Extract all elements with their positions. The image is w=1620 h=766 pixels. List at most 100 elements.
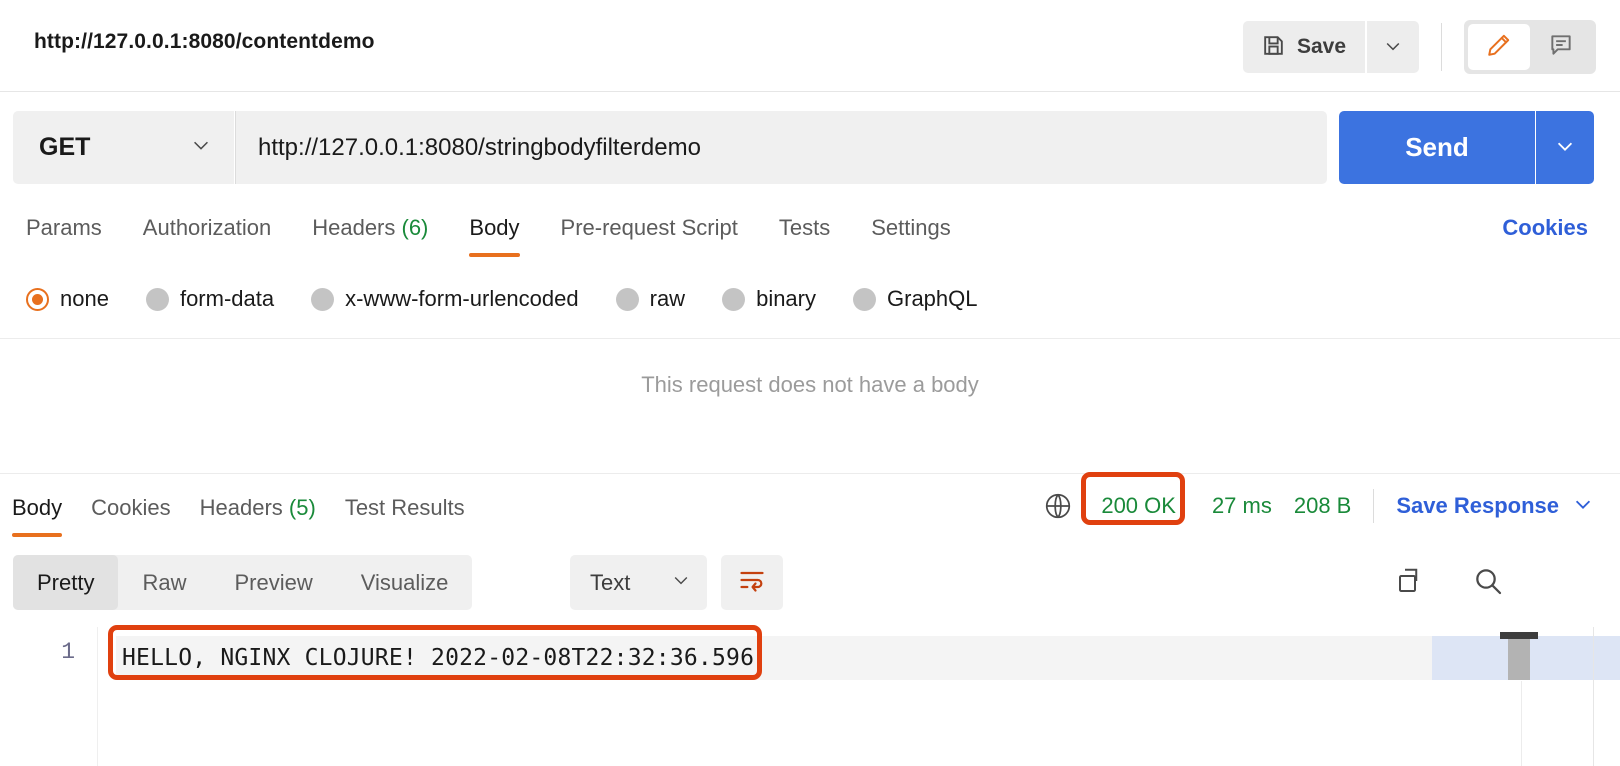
radio-icon — [853, 288, 876, 311]
line-number-gutter: 1 — [0, 627, 98, 766]
tab-settings[interactable]: Settings — [871, 205, 951, 257]
url-input-value: http://127.0.0.1:8080/stringbodyfilterde… — [258, 134, 701, 162]
save-button-group: Save — [1243, 21, 1419, 73]
comment-mode-button[interactable] — [1530, 24, 1592, 70]
tab-pre-request-script[interactable]: Pre-request Script — [561, 205, 738, 257]
send-button-label: Send — [1405, 132, 1469, 163]
globe-icon[interactable] — [1043, 491, 1073, 521]
view-tab-preview-label: Preview — [234, 570, 312, 596]
postman-request-window: http://127.0.0.1:8080/contentdemo Save — [0, 0, 1620, 766]
active-tab-indicator — [469, 253, 519, 257]
tab-headers-count: (6) — [402, 215, 429, 240]
search-response-button[interactable] — [1468, 563, 1508, 603]
tab-authorization-label: Authorization — [143, 215, 271, 240]
request-tabs-row: Params Authorization Headers (6) Body Pr… — [0, 205, 1620, 270]
body-type-none[interactable]: none — [26, 286, 109, 312]
view-tab-raw[interactable]: Raw — [118, 555, 210, 610]
chevron-down-icon — [671, 570, 691, 595]
body-type-raw[interactable]: raw — [616, 286, 685, 312]
tab-tests[interactable]: Tests — [779, 205, 830, 257]
tab-body[interactable]: Body — [469, 205, 519, 257]
radio-icon — [311, 288, 334, 311]
response-tab-cookies-label: Cookies — [91, 495, 170, 520]
response-tab-body[interactable]: Body — [12, 489, 62, 537]
tab-params-label: Params — [26, 215, 102, 240]
top-bar: http://127.0.0.1:8080/contentdemo Save — [0, 0, 1620, 92]
tab-params[interactable]: Params — [26, 205, 102, 257]
response-body-line[interactable]: HELLO, NGINX CLOJURE! 2022-02-08T22:32:3… — [116, 636, 1508, 680]
page-title: http://127.0.0.1:8080/contentdemo — [34, 30, 375, 54]
response-section-divider — [0, 473, 1620, 474]
response-tab-cookies[interactable]: Cookies — [91, 489, 170, 537]
view-tab-pretty[interactable]: Pretty — [13, 555, 118, 610]
chevron-down-icon — [1383, 36, 1403, 59]
save-button[interactable]: Save — [1243, 21, 1365, 73]
top-bar-actions: Save — [1243, 20, 1596, 74]
chevron-down-icon — [1554, 135, 1576, 160]
response-tab-headers[interactable]: Headers (5) — [200, 489, 316, 537]
status-badge[interactable]: 200 OK — [1101, 493, 1176, 518]
toolbar-divider — [1441, 23, 1442, 71]
body-type-binary[interactable]: binary — [722, 286, 816, 312]
request-tabs: Params Authorization Headers (6) Body Pr… — [26, 205, 992, 257]
view-mode-toggle-group — [1464, 20, 1596, 74]
response-status-row: 200 OK 27 ms 208 B Save Response — [1043, 489, 1594, 523]
http-method-select[interactable]: GET — [13, 111, 234, 184]
active-response-tab-indicator — [12, 533, 62, 537]
save-response-dropdown[interactable] — [1572, 493, 1594, 520]
scrollbar-cap — [1500, 632, 1538, 639]
tab-pre-request-script-label: Pre-request Script — [561, 215, 738, 240]
body-section-divider — [0, 338, 1620, 339]
response-size[interactable]: 208 B — [1294, 493, 1352, 519]
response-tabs: Body Cookies Headers (5) Test Results — [12, 489, 494, 537]
floppy-disk-icon — [1261, 33, 1286, 61]
status-divider — [1373, 489, 1374, 523]
chevron-down-icon — [1572, 493, 1594, 520]
radio-icon — [146, 288, 169, 311]
view-tab-preview[interactable]: Preview — [210, 555, 336, 610]
tab-body-label: Body — [469, 215, 519, 240]
scrollbar-track[interactable] — [1593, 627, 1594, 766]
save-response-button[interactable]: Save Response — [1396, 493, 1559, 519]
send-options-dropdown[interactable] — [1536, 111, 1594, 184]
url-bar-row: GET http://127.0.0.1:8080/stringbodyfilt… — [0, 103, 1620, 193]
body-type-graphql[interactable]: GraphQL — [853, 286, 978, 312]
body-type-none-label: none — [60, 286, 109, 312]
tab-authorization[interactable]: Authorization — [143, 205, 271, 257]
view-tab-pretty-label: Pretty — [37, 570, 94, 596]
edit-mode-button[interactable] — [1468, 24, 1530, 70]
view-tab-visualize-label: Visualize — [361, 570, 449, 596]
copy-response-button[interactable] — [1390, 563, 1430, 603]
comment-icon — [1548, 32, 1574, 63]
response-format-value: Text — [590, 570, 630, 596]
body-type-urlencoded[interactable]: x-www-form-urlencoded — [311, 286, 579, 312]
cookies-link[interactable]: Cookies — [1502, 215, 1588, 241]
body-type-binary-label: binary — [756, 286, 816, 312]
search-icon — [1472, 565, 1504, 602]
response-tab-body-label: Body — [12, 495, 62, 520]
url-input[interactable]: http://127.0.0.1:8080/stringbodyfilterde… — [235, 111, 1327, 184]
body-type-radio-group: none form-data x-www-form-urlencoded raw… — [26, 286, 1015, 312]
word-wrap-toggle[interactable] — [721, 555, 783, 610]
response-tab-headers-count: (5) — [289, 495, 316, 520]
word-wrap-icon — [738, 566, 766, 599]
response-time[interactable]: 27 ms — [1212, 493, 1272, 519]
send-button[interactable]: Send — [1339, 111, 1535, 184]
tab-headers[interactable]: Headers (6) — [312, 205, 428, 257]
response-body-text: HELLO, NGINX CLOJURE! 2022-02-08T22:32:3… — [116, 645, 754, 671]
response-tab-test-results[interactable]: Test Results — [345, 489, 465, 537]
radio-icon — [722, 288, 745, 311]
copy-icon — [1395, 566, 1425, 601]
tab-headers-label: Headers — [312, 215, 395, 240]
response-body-area: 1 HELLO, NGINX CLOJURE! 2022-02-08T22:32… — [0, 627, 1620, 766]
status-badge-wrap: 200 OK — [1087, 493, 1190, 519]
save-options-dropdown[interactable] — [1367, 21, 1419, 73]
body-type-form-data[interactable]: form-data — [146, 286, 274, 312]
body-type-form-data-label: form-data — [180, 286, 274, 312]
vertical-scrollbar-thumb[interactable] — [1508, 636, 1530, 680]
view-tab-visualize[interactable]: Visualize — [337, 555, 473, 610]
radio-icon — [616, 288, 639, 311]
radio-icon — [26, 288, 49, 311]
response-tab-headers-label: Headers — [200, 495, 283, 520]
response-format-select[interactable]: Text — [570, 555, 707, 610]
